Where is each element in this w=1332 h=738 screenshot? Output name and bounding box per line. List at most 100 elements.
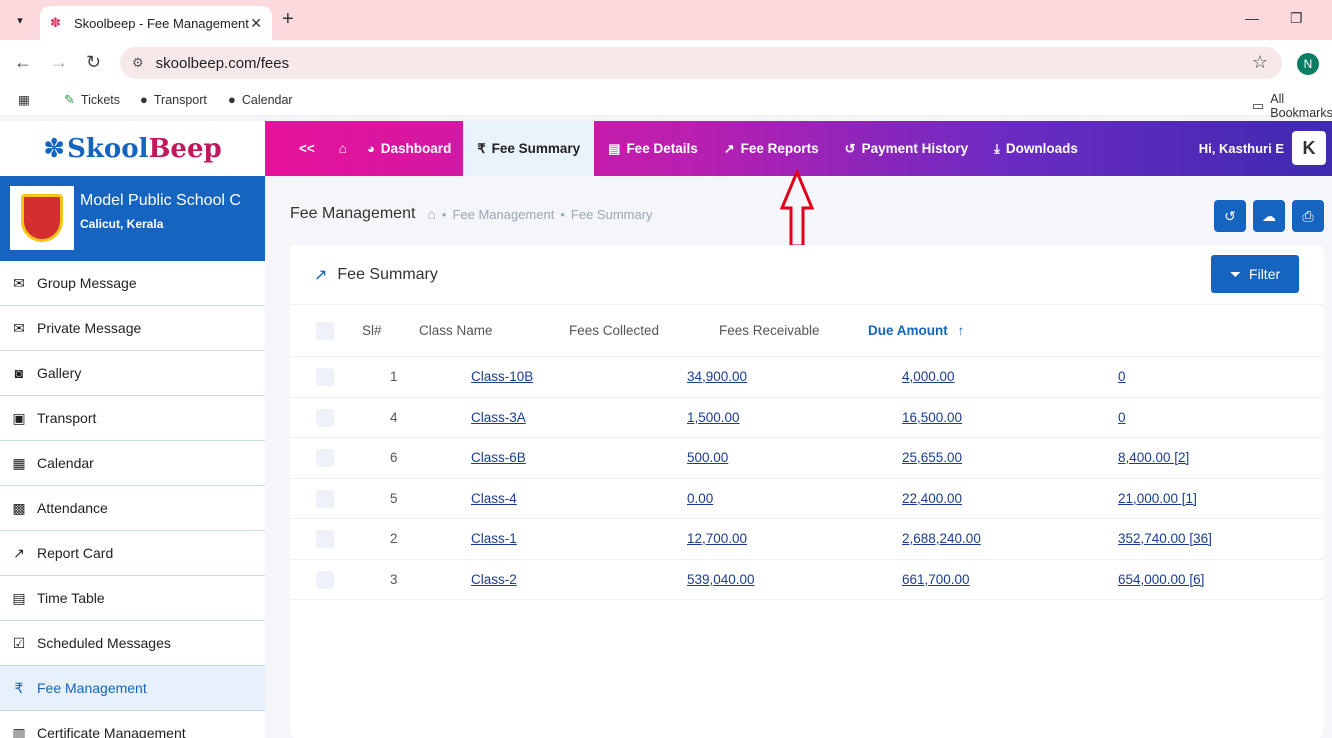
cloud-upload-icon: ☁: [1262, 207, 1276, 224]
cell-fees-receivable-link[interactable]: 16,500.00: [902, 410, 962, 425]
row-checkbox[interactable]: [316, 570, 334, 589]
filter-label: Filter: [1249, 266, 1281, 282]
cell-class-name-link[interactable]: Class-4: [471, 491, 517, 506]
cell-class-name-link[interactable]: Class-3A: [471, 410, 526, 425]
sidebar-item-fee-management[interactable]: ₹ Fee Management: [0, 666, 265, 711]
url-field[interactable]: ⚙ skoolbeep.com/fees ☆: [120, 47, 1282, 79]
sort-ascending-icon: ↑: [957, 323, 965, 338]
sidebar-item-attendance[interactable]: ▩ Attendance: [0, 486, 265, 531]
upload-button[interactable]: ☁: [1253, 200, 1285, 232]
collapse-sidebar-button[interactable]: <<: [299, 121, 315, 176]
cell-fees-collected-link[interactable]: 1,500.00: [687, 410, 740, 425]
minimize-icon[interactable]: —: [1245, 10, 1259, 26]
cell-fees-receivable-link[interactable]: 2,688,240.00: [902, 531, 981, 546]
column-header-class-name[interactable]: Class Name: [419, 323, 493, 338]
skoolbeep-logo[interactable]: ✽ Skool Beep: [0, 121, 265, 176]
bookmark-transport[interactable]: ● Transport: [140, 92, 207, 107]
school-crest-logo: [10, 186, 74, 250]
row-checkbox[interactable]: [316, 449, 334, 467]
row-checkbox[interactable]: [316, 489, 334, 508]
sidebar-item-transport[interactable]: ▣ Transport: [0, 396, 265, 441]
sidebar-item-group-message[interactable]: ✉ Group Message: [0, 261, 265, 306]
history-button[interactable]: ↺: [1214, 200, 1246, 232]
cell-due-amount-link[interactable]: 8,400.00 [2]: [1118, 450, 1189, 465]
pie-chart-icon: ◕: [366, 141, 375, 156]
print-button[interactable]: ⎙: [1292, 200, 1324, 232]
cell-sl: 4: [390, 409, 398, 425]
cell-fees-collected-link[interactable]: 0.00: [687, 491, 713, 506]
sidebar-item-label: Fee Management: [37, 680, 147, 696]
history-icon: ↺: [844, 140, 856, 156]
cell-fees-receivable-link[interactable]: 661,700.00: [902, 572, 970, 587]
sidebar-item-label: Scheduled Messages: [37, 635, 171, 651]
cell-due-amount-link[interactable]: 0: [1118, 410, 1126, 425]
cell-fees-collected-link[interactable]: 12,700.00: [687, 531, 747, 546]
column-header-sl[interactable]: Sl#: [362, 323, 382, 338]
select-all-checkbox[interactable]: [316, 322, 334, 340]
row-checkbox[interactable]: [316, 530, 334, 548]
sidebar-item-report-card[interactable]: ↗ Report Card: [0, 531, 265, 576]
profile-avatar[interactable]: N: [1297, 53, 1319, 75]
new-tab-icon[interactable]: +: [282, 8, 294, 31]
cell-due-amount-link[interactable]: 21,000.00 [1]: [1118, 491, 1197, 506]
nav-fee-details[interactable]: ▤ Fee Details: [608, 121, 698, 176]
back-arrow-icon[interactable]: ←: [14, 52, 32, 73]
cell-due-amount-link[interactable]: 352,740.00 [36]: [1118, 531, 1212, 546]
bus-icon: ▣: [12, 409, 26, 426]
cell-fees-collected-link[interactable]: 500.00: [687, 450, 728, 465]
document-icon: ▤: [608, 140, 621, 156]
apps-grid-icon[interactable]: ▦: [18, 92, 30, 107]
cell-sl: 2: [390, 531, 398, 546]
sidebar-item-scheduled-messages[interactable]: ☑ Scheduled Messages: [0, 621, 265, 666]
reload-icon[interactable]: ↻: [86, 52, 101, 73]
sidebar-item-private-message[interactable]: ✉ Private Message: [0, 306, 265, 351]
restore-icon[interactable]: ❐: [1290, 10, 1303, 27]
cell-due-amount-link[interactable]: 654,000.00 [6]: [1118, 572, 1204, 587]
cell-due-amount-link[interactable]: 0: [1118, 369, 1126, 384]
all-bookmarks[interactable]: ▭ All Bookmarks: [1252, 92, 1332, 120]
nav-dashboard[interactable]: ◕ Dashboard: [367, 121, 451, 176]
cell-class-name-link[interactable]: Class-6B: [471, 450, 526, 465]
column-header-due-amount[interactable]: Due Amount ↑: [868, 323, 964, 338]
row-checkbox[interactable]: [316, 368, 334, 386]
user-avatar[interactable]: K: [1292, 131, 1326, 165]
forward-arrow-icon[interactable]: →: [50, 52, 68, 73]
nav-fee-reports[interactable]: ↗ Fee Reports: [724, 121, 819, 176]
sidebar-item-gallery[interactable]: ◙ Gallery: [0, 351, 265, 396]
browser-tab[interactable]: ✽ Skoolbeep - Fee Management ✕: [40, 6, 272, 40]
cell-class-name-link[interactable]: Class-2: [471, 572, 517, 587]
breadcrumb-separator: •: [441, 206, 447, 222]
cell-fees-collected-link[interactable]: 539,040.00: [687, 572, 755, 587]
home-icon[interactable]: ⌂: [427, 206, 435, 222]
bookmark-star-icon[interactable]: ☆: [1252, 52, 1268, 73]
table-row: 1 Class-10B 34,900.00 4,000.00 0: [290, 357, 1324, 398]
column-header-fees-receivable[interactable]: Fees Receivable: [719, 323, 820, 338]
cell-fees-receivable-link[interactable]: 25,655.00: [902, 450, 962, 465]
cell-class-name-link[interactable]: Class-1: [471, 531, 517, 546]
cell-class-name-link[interactable]: Class-10B: [471, 369, 533, 384]
tab-search-icon[interactable]: ▾: [8, 8, 32, 32]
bookmark-calendar[interactable]: ● Calendar: [228, 92, 293, 107]
sidebar-item-time-table[interactable]: ▤ Time Table: [0, 576, 265, 621]
sidebar-item-label: Attendance: [37, 500, 108, 516]
sidebar-item-certificate-management[interactable]: ▥ Certificate Management: [0, 711, 265, 738]
close-tab-icon[interactable]: ✕: [250, 15, 262, 32]
cell-fees-collected-link[interactable]: 34,900.00: [687, 369, 747, 384]
home-icon[interactable]: ⌂: [339, 121, 347, 176]
site-settings-icon[interactable]: ⚙: [132, 55, 144, 71]
bookmark-tickets[interactable]: ✎ Tickets: [64, 92, 120, 108]
column-header-fees-collected[interactable]: Fees Collected: [569, 323, 659, 338]
browser-tab-bar: ▾ ✽ Skoolbeep - Fee Management ✕ + — ❐: [0, 0, 1332, 40]
row-checkbox[interactable]: [316, 408, 334, 427]
breadcrumb-item[interactable]: Fee Management: [452, 207, 554, 222]
nav-label: Payment History: [861, 141, 969, 156]
nav-payment-history[interactable]: ↺ Payment History: [845, 121, 968, 176]
nav-downloads[interactable]: ⤓ Downloads: [994, 121, 1078, 176]
nav-fee-summary[interactable]: ₹ Fee Summary: [463, 121, 595, 176]
cell-sl: 6: [390, 450, 398, 465]
cell-fees-receivable-link[interactable]: 4,000.00: [902, 369, 955, 384]
shield-icon: [21, 194, 63, 242]
cell-fees-receivable-link[interactable]: 22,400.00: [902, 491, 962, 506]
filter-button[interactable]: ⏷ Filter: [1211, 255, 1299, 293]
sidebar-item-calendar[interactable]: ▦ Calendar: [0, 441, 265, 486]
